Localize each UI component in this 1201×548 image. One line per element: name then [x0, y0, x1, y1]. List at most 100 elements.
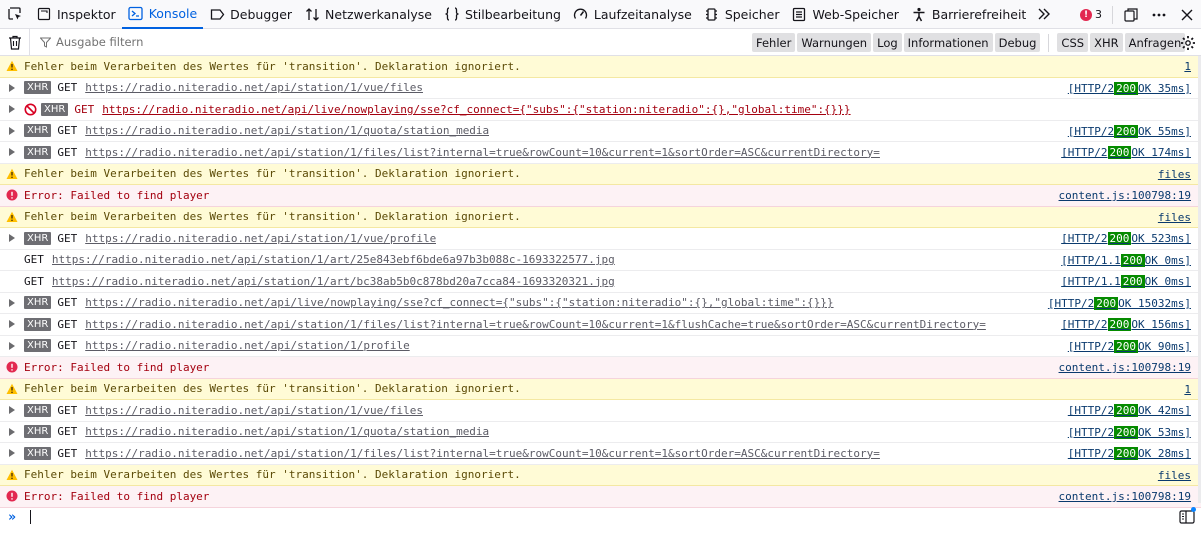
source-link[interactable]: content.js:100798:19: [1059, 361, 1191, 374]
source-link[interactable]: 1: [1184, 383, 1191, 396]
source-link[interactable]: content.js:100798:19: [1059, 490, 1191, 503]
request-status[interactable]: [HTTP/1.1 200 OK 0ms]: [1055, 249, 1191, 271]
tab-label: Laufzeitanalyse: [593, 6, 692, 22]
expand-arrow-icon[interactable]: [0, 443, 24, 464]
request-url[interactable]: https://radio.niteradio.net/api/station/…: [85, 232, 436, 245]
network-request-row[interactable]: XHR GET https://radio.niteradio.net/api/st…: [0, 421, 1201, 443]
element-picker-button[interactable]: [0, 0, 30, 29]
tab-web-speicher[interactable]: Web-Speicher: [785, 0, 904, 29]
network-request-row[interactable]: XHR GET https://radio.niteradio.net/api/st…: [0, 400, 1201, 422]
network-request-row[interactable]: XHR GET https://radio.niteradio.net/api/li…: [0, 292, 1201, 314]
expand-arrow-icon[interactable]: [0, 293, 24, 314]
tab-inspektor[interactable]: Inspektor: [30, 0, 122, 29]
request-url[interactable]: https://radio.niteradio.net/api/station/…: [85, 81, 423, 94]
tab-debugger[interactable]: Debugger: [203, 0, 298, 29]
message-location[interactable]: 1: [1178, 378, 1191, 400]
source-link[interactable]: files: [1158, 469, 1191, 482]
tab-konsole[interactable]: Konsole: [121, 0, 204, 29]
tab-laufzeitanalyse[interactable]: Laufzeitanalyse: [567, 0, 698, 29]
filter-css-button[interactable]: CSS: [1057, 33, 1089, 52]
dock-options-button[interactable]: [1117, 0, 1145, 29]
filter-debug-button[interactable]: Debug: [994, 33, 1041, 52]
error-count-badge[interactable]: ! 3: [1074, 0, 1108, 29]
network-request-row[interactable]: XHR GET https://radio.niteradio.net/api/st…: [0, 443, 1201, 465]
filter-log-button[interactable]: Log: [873, 33, 902, 52]
expand-arrow-icon[interactable]: [0, 314, 24, 335]
request-url[interactable]: https://radio.niteradio.net/api/station/…: [85, 339, 410, 352]
more-options-button[interactable]: [1145, 0, 1173, 29]
message-location[interactable]: content.js:100798:19: [1052, 486, 1191, 507]
request-url[interactable]: https://radio.niteradio.net/api/station/…: [52, 275, 615, 288]
request-status[interactable]: [HTTP/2 200 OK 523ms]: [1055, 228, 1191, 249]
network-request-row[interactable]: XHR GET https://radio.niteradio.net/api/st…: [0, 77, 1201, 99]
message-text: Error: Failed to find player: [24, 360, 210, 374]
request-url[interactable]: https://radio.niteradio.net/api/station/…: [52, 253, 615, 266]
expand-arrow-icon[interactable]: [0, 78, 24, 99]
source-link[interactable]: 1: [1184, 60, 1191, 73]
request-status[interactable]: [HTTP/2 200 OK 15032ms]: [1041, 292, 1191, 314]
network-request-row[interactable]: XHR GET https://radio.niteradio.net/api/st…: [0, 228, 1201, 250]
close-devtools-button[interactable]: [1173, 0, 1201, 29]
request-url[interactable]: https://radio.niteradio.net/api/station/…: [85, 146, 880, 159]
message-location[interactable]: content.js:100798:19: [1052, 357, 1191, 378]
editor-mode-button[interactable]: [1177, 507, 1197, 526]
tab-speicher[interactable]: Speicher: [698, 0, 786, 29]
message-location[interactable]: files: [1151, 206, 1191, 228]
source-link[interactable]: files: [1158, 211, 1191, 224]
console-input[interactable]: »: [0, 506, 1201, 528]
network-request-row[interactable]: XHR GET https://radio.niteradio.net/api/st…: [0, 335, 1201, 357]
filter-warnungen-button[interactable]: Warnungen: [797, 33, 872, 52]
network-request-row[interactable]: XHR GET https://radio.niteradio.net/api/li…: [0, 99, 1201, 121]
gutter: [0, 250, 24, 271]
filter-informationen-button[interactable]: Informationen: [903, 33, 993, 52]
expand-arrow-icon[interactable]: [0, 336, 24, 357]
network-request-row[interactable]: GET https://radio.niteradio.net/api/stati…: [0, 249, 1201, 271]
clear-console-button[interactable]: [0, 28, 30, 56]
request-url[interactable]: https://radio.niteradio.net/api/live/now…: [102, 103, 850, 116]
request-method: GET: [57, 124, 78, 138]
request-status[interactable]: [HTTP/2 200 OK 35ms]: [1061, 77, 1191, 99]
request-status[interactable]: [HTTP/2 200 OK 53ms]: [1061, 421, 1191, 443]
request-status[interactable]: [HTTP/2 200 OK 156ms]: [1055, 314, 1191, 335]
filter-field[interactable]: [30, 29, 730, 56]
message-location[interactable]: files: [1151, 163, 1191, 185]
request-status[interactable]: [HTTP/2 200 OK 42ms]: [1061, 400, 1191, 421]
network-request-row[interactable]: XHR GET https://radio.niteradio.net/api/st…: [0, 142, 1201, 164]
request-status[interactable]: [HTTP/2 200 OK 90ms]: [1061, 335, 1191, 357]
filter-input[interactable]: [56, 35, 656, 49]
message-location[interactable]: files: [1151, 464, 1191, 486]
expand-arrow-icon[interactable]: [0, 422, 24, 443]
expand-arrow-icon[interactable]: [0, 228, 24, 249]
filter-xhr-button[interactable]: XHR: [1090, 33, 1123, 52]
network-request-row[interactable]: XHR GET https://radio.niteradio.net/api/st…: [0, 314, 1201, 336]
tab-stilbearbeitung[interactable]: Stilbearbeitung: [438, 0, 567, 29]
source-link[interactable]: files: [1158, 168, 1191, 181]
message-location[interactable]: 1: [1178, 56, 1191, 77]
tab-barrierefreiheit[interactable]: Barrierefreiheit: [905, 0, 1032, 29]
console-settings-button[interactable]: [1175, 29, 1201, 56]
network-request-row[interactable]: GET https://radio.niteradio.net/api/stati…: [0, 271, 1201, 293]
tab-netzwerkanalyse[interactable]: Netzwerkanalyse: [298, 0, 438, 29]
request-status[interactable]: [HTTP/2 200 OK 174ms]: [1055, 142, 1191, 163]
request-status[interactable]: [HTTP/1.1 200 OK 0ms]: [1055, 271, 1191, 292]
status-code-badge: 200: [1114, 425, 1139, 439]
source-link[interactable]: content.js:100798:19: [1059, 189, 1191, 202]
request-status[interactable]: [HTTP/2 200 OK 28ms]: [1061, 443, 1191, 464]
expand-arrow-icon[interactable]: [0, 400, 24, 421]
expand-arrow-icon[interactable]: [0, 99, 24, 120]
request-url[interactable]: https://radio.niteradio.net/api/station/…: [85, 404, 423, 417]
expand-arrow-icon[interactable]: [0, 142, 24, 163]
request-url[interactable]: https://radio.niteradio.net/api/station/…: [85, 124, 489, 137]
message-location[interactable]: content.js:100798:19: [1052, 185, 1191, 206]
request-url[interactable]: https://radio.niteradio.net/api/station/…: [85, 447, 880, 460]
request-url[interactable]: https://radio.niteradio.net/api/station/…: [85, 318, 986, 331]
network-request-row[interactable]: XHR GET https://radio.niteradio.net/api/st…: [0, 120, 1201, 142]
xhr-tag: XHR: [24, 145, 52, 159]
request-url[interactable]: https://radio.niteradio.net/api/live/now…: [85, 296, 833, 309]
message-text: Fehler beim Verarbeiten des Wertes für '…: [24, 210, 521, 224]
request-url[interactable]: https://radio.niteradio.net/api/station/…: [85, 425, 489, 438]
filter-fehler-button[interactable]: Fehler: [752, 33, 796, 52]
request-status[interactable]: [HTTP/2 200 OK 55ms]: [1061, 120, 1191, 142]
tab-overflow-button[interactable]: [1032, 0, 1056, 29]
expand-arrow-icon[interactable]: [0, 121, 24, 142]
